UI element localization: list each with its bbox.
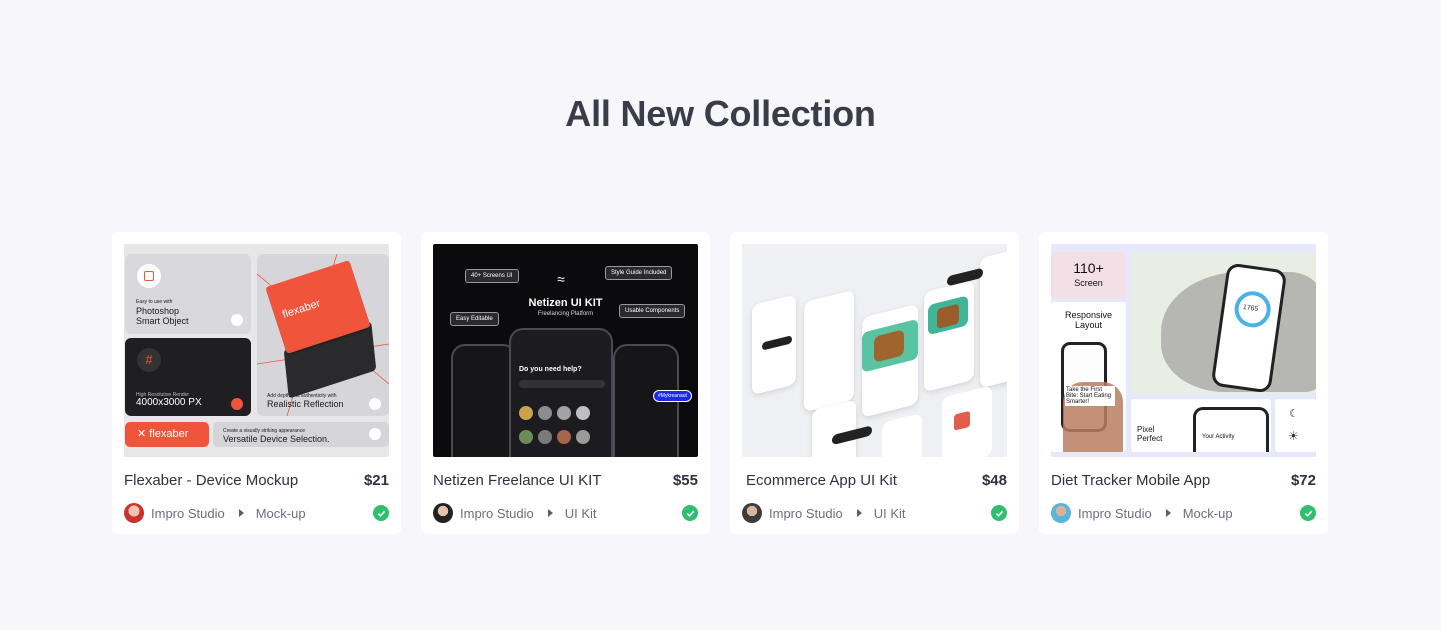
product-price: $55 — [672, 472, 698, 489]
feature-tile: # High Resolution Render 4000x3000 PX — [125, 338, 251, 416]
tile-heading: Smart Object — [136, 316, 189, 326]
product-title[interactable]: Flexaber - Device Mockup — [124, 472, 298, 489]
arrow-icon — [369, 428, 381, 440]
phone-mockup: Do you need help? — [509, 328, 613, 457]
image-icon — [137, 264, 161, 288]
brand-label: ✕ flexaber — [137, 428, 189, 440]
feature-tile: Easy to use with Photoshop Smart Object — [125, 254, 251, 334]
brand-text: flexaber — [280, 297, 322, 321]
verified-check-icon — [991, 505, 1007, 521]
phone-text: Your Activity — [1202, 434, 1235, 440]
avatar[interactable] — [124, 503, 144, 523]
author-name[interactable]: Impro Studio — [460, 506, 534, 521]
ui-screens-collage — [742, 244, 1007, 457]
collection-grid: Easy to use with Photoshop Smart Object … — [112, 232, 1328, 534]
author-name[interactable]: Impro Studio — [151, 506, 225, 521]
avatar[interactable] — [742, 503, 762, 523]
product-title[interactable]: Ecommerce App UI Kit — [746, 472, 897, 489]
brand-badge: ✕ flexaber — [125, 422, 209, 447]
tile-heading: Photoshop — [136, 306, 180, 316]
product-price: $72 — [1290, 472, 1316, 489]
avatar[interactable] — [1051, 503, 1071, 523]
arrow-icon — [231, 398, 243, 410]
chevron-right-icon — [1165, 509, 1171, 517]
product-card[interactable]: 110+ Screen Responsive Layout Take the F… — [1039, 232, 1328, 534]
stat-number: 110+ — [1073, 260, 1104, 276]
kit-title: Netizen UI KIT — [528, 297, 603, 309]
verified-check-icon — [682, 505, 698, 521]
cursor-tag: #Mykreanaut — [653, 390, 692, 402]
product-card[interactable]: 40+ Screens UI Style Guide Included Easy… — [421, 232, 710, 534]
arrow-icon — [369, 398, 381, 410]
verified-check-icon — [1300, 505, 1316, 521]
phone-heading: Do you need help? — [519, 366, 582, 373]
feature-pill: 40+ Screens UI — [465, 269, 519, 283]
hero-tile: 1765 — [1131, 252, 1316, 394]
verified-check-icon — [373, 505, 389, 521]
moon-icon: ☾ — [1289, 408, 1299, 420]
category-label[interactable]: UI Kit — [874, 506, 906, 521]
logo-icon: ≈ — [557, 271, 565, 287]
product-card[interactable]: Easy to use with Photoshop Smart Object … — [112, 232, 401, 534]
tile-heading: Responsive Layout — [1064, 310, 1113, 330]
kit-subtitle: Freelancing Platform — [537, 311, 594, 317]
feature-tile: Pixel Perfect Your Activity — [1131, 399, 1271, 452]
product-price: $21 — [363, 472, 389, 489]
tile-heading: Versatile Device Selection. — [223, 434, 330, 444]
product-title[interactable]: Diet Tracker Mobile App — [1051, 472, 1210, 489]
chevron-right-icon — [856, 509, 862, 517]
category-label[interactable]: Mock-up — [256, 506, 306, 521]
author-name[interactable]: Impro Studio — [1078, 506, 1152, 521]
author-name[interactable]: Impro Studio — [769, 506, 843, 521]
avatar[interactable] — [433, 503, 453, 523]
phone-mockup — [451, 344, 517, 457]
tile-heading: Pixel Perfect — [1137, 425, 1163, 443]
product-price: $48 — [981, 472, 1007, 489]
chevron-right-icon — [547, 509, 553, 517]
tile-heading: 4000x3000 PX — [136, 397, 202, 408]
product-title[interactable]: Netizen Freelance UI KIT — [433, 472, 601, 489]
stat-label: Screen — [1074, 278, 1103, 288]
grid-icon: # — [137, 348, 161, 372]
arrow-icon — [231, 314, 243, 326]
product-card[interactable]: Ecommerce App UI Kit $48 Impro Studio UI… — [730, 232, 1019, 534]
phone-text: Take the First Bite: Start Eating Smarte… — [1065, 386, 1115, 406]
feature-tile: Create a visually striking appearance Ve… — [213, 422, 389, 447]
product-thumbnail[interactable]: 40+ Screens UI Style Guide Included Easy… — [433, 244, 698, 457]
feature-tile: Responsive Layout Take the First Bite: S… — [1051, 302, 1126, 452]
tile-heading: Realistic Reflection — [267, 399, 344, 409]
sun-icon: ☀ — [1288, 429, 1299, 443]
feature-pill: Style Guide Included — [605, 266, 673, 280]
category-label[interactable]: Mock-up — [1183, 506, 1233, 521]
section-title: All New Collection — [565, 93, 876, 134]
theme-toggle-tile: ☾ ☀ — [1275, 399, 1316, 452]
product-thumbnail[interactable] — [742, 244, 1007, 457]
chevron-right-icon — [238, 509, 244, 517]
stat-tile: 110+ Screen — [1051, 252, 1126, 298]
category-label[interactable]: UI Kit — [565, 506, 597, 521]
product-thumbnail[interactable]: 110+ Screen Responsive Layout Take the F… — [1051, 244, 1316, 457]
product-thumbnail[interactable]: Easy to use with Photoshop Smart Object … — [124, 244, 389, 457]
